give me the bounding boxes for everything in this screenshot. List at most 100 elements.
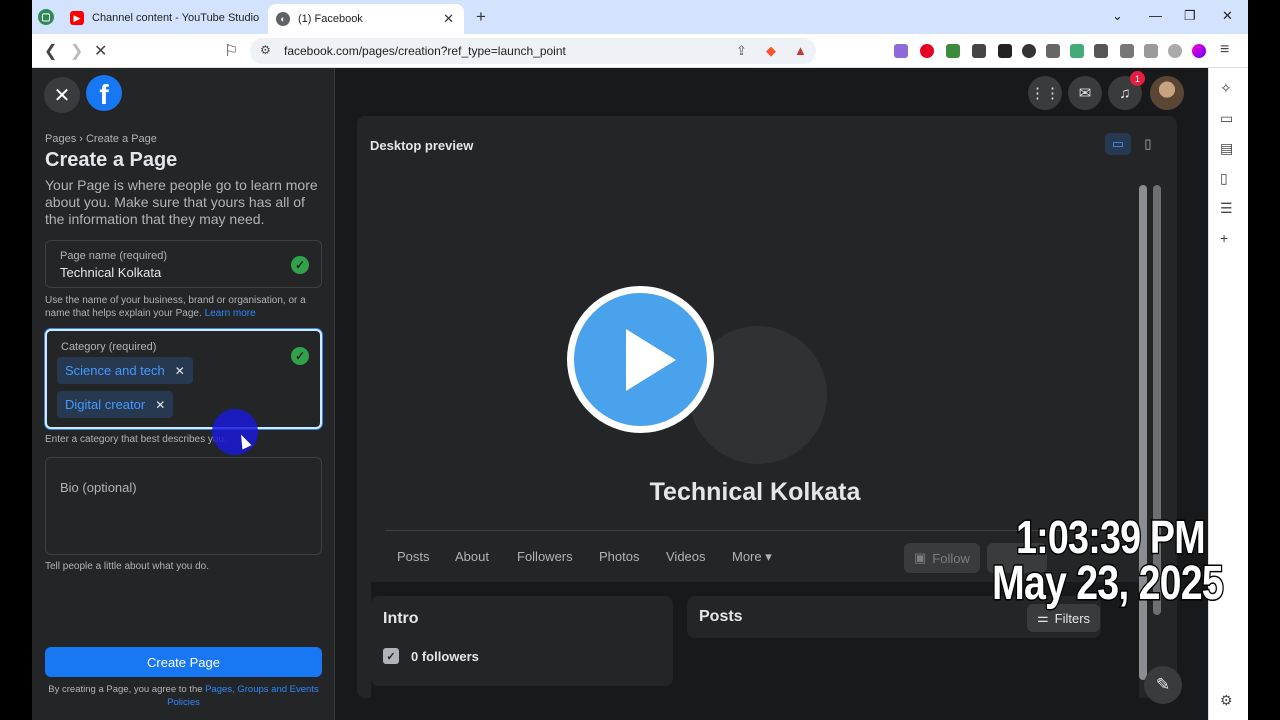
preview-tab-posts: Posts [397,549,430,564]
valid-check-icon: ✓ [291,256,309,274]
page-name-label: Page name (required) [60,250,168,262]
address-bar[interactable]: ⚙ facebook.com/pages/creation?ref_type=l… [250,38,816,64]
menu-grid-icon[interactable]: ⋮⋮ [1028,76,1062,110]
mobile-view-icon[interactable]: ▯ [1137,133,1159,155]
extension-dark-icon[interactable] [998,44,1012,58]
back-icon[interactable]: ❮ [44,41,57,61]
notification-badge: 1 [1130,71,1145,86]
brave-shields-icon[interactable]: ◆ [766,43,776,59]
maximize-button[interactable]: ❐ [1184,8,1196,24]
menu-icon[interactable]: ≡ [1220,41,1229,59]
tab-search-icon[interactable]: ⌄ [1112,8,1123,24]
leo-ai-icon[interactable] [1144,44,1158,58]
preview-tab-photos: Photos [599,549,640,564]
bookmarks-icon[interactable]: ▯ [1220,170,1228,187]
create-page-panel: ✕ f Pages › Create a Page Create a Page … [32,68,335,720]
facebook-logo-icon[interactable]: f [86,75,122,111]
video-letterbox-left [0,0,32,720]
browser-window: ▢ ▶ Channel content - YouTube Studio ◐ (… [32,0,1248,720]
bio-placeholder: Bio (optional) [60,480,137,495]
posts-title: Posts [699,608,743,625]
settings-gear-icon[interactable]: ⚙ [1220,692,1233,709]
minimize-button[interactable]: — [1149,8,1162,23]
intro-text: Your Page is where people go to learn mo… [45,177,318,227]
site-info-icon[interactable]: ⚙ [260,43,271,57]
share-icon[interactable]: ⇪ [736,43,747,59]
close-tab-icon[interactable]: ✕ [443,11,454,27]
remove-chip-icon[interactable]: ✕ [175,364,185,378]
vpn-icon[interactable] [1168,44,1182,58]
create-page-button[interactable]: Create Page [45,647,322,677]
download-icon[interactable] [1070,44,1084,58]
preview-tab-more: More ▾ [732,549,772,564]
category-hint: Enter a category that best describes you… [45,434,227,445]
video-play-overlay-icon [567,286,714,433]
close-window-button[interactable]: ✕ [1222,8,1233,24]
page-title: Create a Page [45,149,178,171]
divider [385,530,1125,531]
desktop-view-icon[interactable]: ▭ [1105,133,1131,155]
page-name-hint: Use the name of your business, brand or … [45,295,306,319]
preview-tab-followers: Followers [517,549,573,564]
page-name-value: Technical Kolkata [60,265,162,280]
follow-icon: ▣ [914,550,927,565]
followers-row: ✓ 0 followers [383,648,479,664]
category-chip-science-and-tech: Science and tech ✕ [57,357,193,384]
add-panel-icon[interactable]: + [1220,230,1228,246]
browser-toolbar: ❮ ❯ ✕ ⚐ ⚙ facebook.com/pages/creation?re… [32,34,1248,68]
reading-list-icon[interactable]: ☰ [1220,200,1233,217]
timestamp-date: May 23, 2025 [991,556,1225,612]
wallet-icon[interactable] [1120,44,1134,58]
new-message-edit-icon[interactable]: ✎ [1144,666,1182,704]
bio-hint: Tell people a little about what you do. [45,561,209,572]
avatar[interactable] [1150,76,1184,110]
tab-strip: ▢ ▶ Channel content - YouTube Studio ◐ (… [32,0,1248,34]
browser-sidebar: ✧ ▭ ▤ ▯ ☰ + ⚙ [1208,68,1248,720]
valid-check-icon: ✓ [291,347,309,365]
preview-page-name: Technical Kolkata [649,478,861,506]
learn-more-link[interactable]: Learn more [205,308,256,319]
cover-area [371,174,1139,468]
stop-loading-icon[interactable]: ✕ [94,41,107,61]
category-label: Category (required) [61,341,157,353]
breadcrumb: Pages › Create a Page [45,133,157,145]
page-name-field[interactable]: Page name (required) Technical Kolkata ✓ [45,240,322,288]
follow-button: ▣ Follow [904,543,980,573]
globe-icon: ◐ [276,12,290,26]
pinterest-icon[interactable] [920,44,934,58]
sidebar-toggle-icon[interactable] [1094,44,1108,58]
preview-label: Desktop preview [370,138,474,153]
intro-card: Intro ✓ 0 followers [371,596,673,686]
video-icon[interactable]: ▭ [1220,110,1233,127]
category-chip-digital-creator: Digital creator ✕ [57,391,174,418]
workspace-icon[interactable]: ▢ [38,9,54,25]
extension-100-icon[interactable] [894,44,908,58]
extensions-puzzle-icon[interactable] [1046,44,1060,58]
remove-chip-icon[interactable]: ✕ [155,398,165,412]
tab-title: Channel content - YouTube Studio [92,12,260,24]
video-letterbox-right [1248,0,1280,720]
category-field[interactable]: Category (required) ✓ Science and tech ✕ … [45,329,322,429]
tab-facebook[interactable]: ◐ (1) Facebook ✕ [268,4,464,34]
extension-copy-icon[interactable] [972,44,986,58]
wallet-icon[interactable]: ▤ [1220,140,1233,157]
bookmark-icon[interactable]: ⚐ [224,41,238,61]
intro-title: Intro [383,610,419,627]
youtube-icon: ▶ [70,11,84,25]
preview-tab-about: About [455,549,489,564]
extension-green-icon[interactable] [946,44,960,58]
tab-title: (1) Facebook [298,13,363,25]
check-box-icon: ✓ [383,648,399,664]
new-tab-button[interactable]: + [476,7,486,27]
close-icon[interactable]: ✕ [44,77,80,113]
terms-text: By creating a Page, you agree to the Pag… [48,684,319,708]
extension-glasses-icon[interactable] [1022,44,1036,58]
tab-youtube-studio[interactable]: ▶ Channel content - YouTube Studio [70,5,268,31]
forward-icon[interactable]: ❯ [70,41,83,61]
brave-rewards-icon[interactable]: ▲ [794,43,807,58]
messenger-icon[interactable]: ✉ [1068,76,1102,110]
bio-field[interactable]: Bio (optional) [45,457,322,555]
profile-icon[interactable] [1192,44,1206,58]
leo-sparkle-icon[interactable]: ✧ [1220,80,1232,97]
url-text: facebook.com/pages/creation?ref_type=lau… [284,44,566,58]
